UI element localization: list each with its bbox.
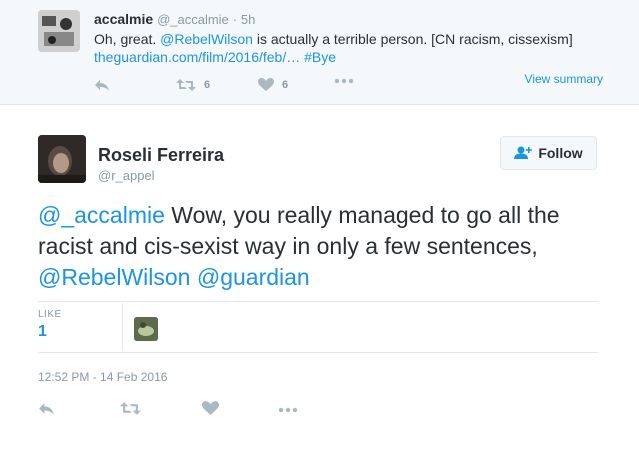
- tweet-timestamp[interactable]: 12:52 PM - 14 Feb 2016: [38, 370, 167, 384]
- follow-label: Follow: [538, 145, 583, 161]
- mention-link[interactable]: @guardian: [197, 264, 310, 290]
- liker-avatar[interactable]: [134, 317, 158, 341]
- follow-button[interactable]: Follow: [500, 136, 597, 170]
- follow-icon: [514, 146, 533, 159]
- retweet-icon: [176, 79, 196, 91]
- like-count: 6: [282, 79, 289, 91]
- parent-timestamp[interactable]: 5h: [241, 12, 255, 27]
- main-tweet: Roseli Ferreira @r_appel Follow @_accalm…: [0, 105, 639, 450]
- author-avatar[interactable]: [38, 135, 86, 183]
- heart-icon: [202, 401, 219, 415]
- more-icon: [334, 78, 354, 84]
- parent-tweet[interactable]: accalmie @_accalmie · 5h Oh, great. @Reb…: [0, 0, 639, 105]
- like-button[interactable]: [202, 401, 219, 416]
- view-summary-link[interactable]: View summary: [525, 72, 603, 86]
- mention-link[interactable]: @_accalmie: [38, 202, 165, 228]
- parent-header: accalmie @_accalmie · 5h: [94, 11, 255, 27]
- like-stat-value[interactable]: 1: [38, 323, 47, 341]
- parent-author-handle[interactable]: @_accalmie: [157, 12, 229, 27]
- parent-tweet-text: Oh, great. @RebelWilson is actually a te…: [94, 30, 614, 66]
- mention-link[interactable]: @RebelWilson: [160, 31, 253, 47]
- author-name[interactable]: Roseli Ferreira: [98, 145, 224, 166]
- reply-icon: [39, 403, 54, 415]
- retweet-button[interactable]: 6: [176, 78, 210, 92]
- retweet-icon: [120, 402, 141, 415]
- more-button[interactable]: [334, 78, 354, 84]
- retweet-count: 6: [204, 79, 211, 91]
- divider: [38, 301, 598, 302]
- divider: [38, 352, 598, 353]
- reply-icon: [95, 80, 109, 91]
- url-link[interactable]: theguardian.com/film/2016/feb/…: [94, 49, 300, 65]
- heart-icon: [258, 78, 274, 91]
- parent-author-name[interactable]: accalmie: [94, 11, 153, 27]
- reply-button[interactable]: [38, 401, 55, 416]
- author-handle[interactable]: @r_appel: [98, 168, 155, 183]
- tweet-stats: LIKE 1: [38, 303, 598, 351]
- mention-link[interactable]: @RebelWilson: [38, 264, 190, 290]
- like-stat-label: LIKE: [38, 309, 62, 320]
- more-icon: [278, 407, 298, 413]
- hashtag-link[interactable]: #Bye: [304, 49, 336, 65]
- time-separator: ·: [232, 12, 238, 27]
- parent-avatar[interactable]: [38, 10, 80, 52]
- text-segment: is actually a terrible person. [CN racis…: [252, 31, 573, 47]
- reply-button[interactable]: [94, 78, 110, 92]
- tweet-text: @_accalmie Wow, you really managed to go…: [38, 200, 598, 293]
- more-button[interactable]: [278, 407, 298, 413]
- text-segment: Oh, great.: [94, 31, 161, 47]
- stat-divider: [122, 303, 123, 351]
- retweet-button[interactable]: [120, 401, 141, 416]
- like-button[interactable]: 6: [258, 78, 288, 92]
